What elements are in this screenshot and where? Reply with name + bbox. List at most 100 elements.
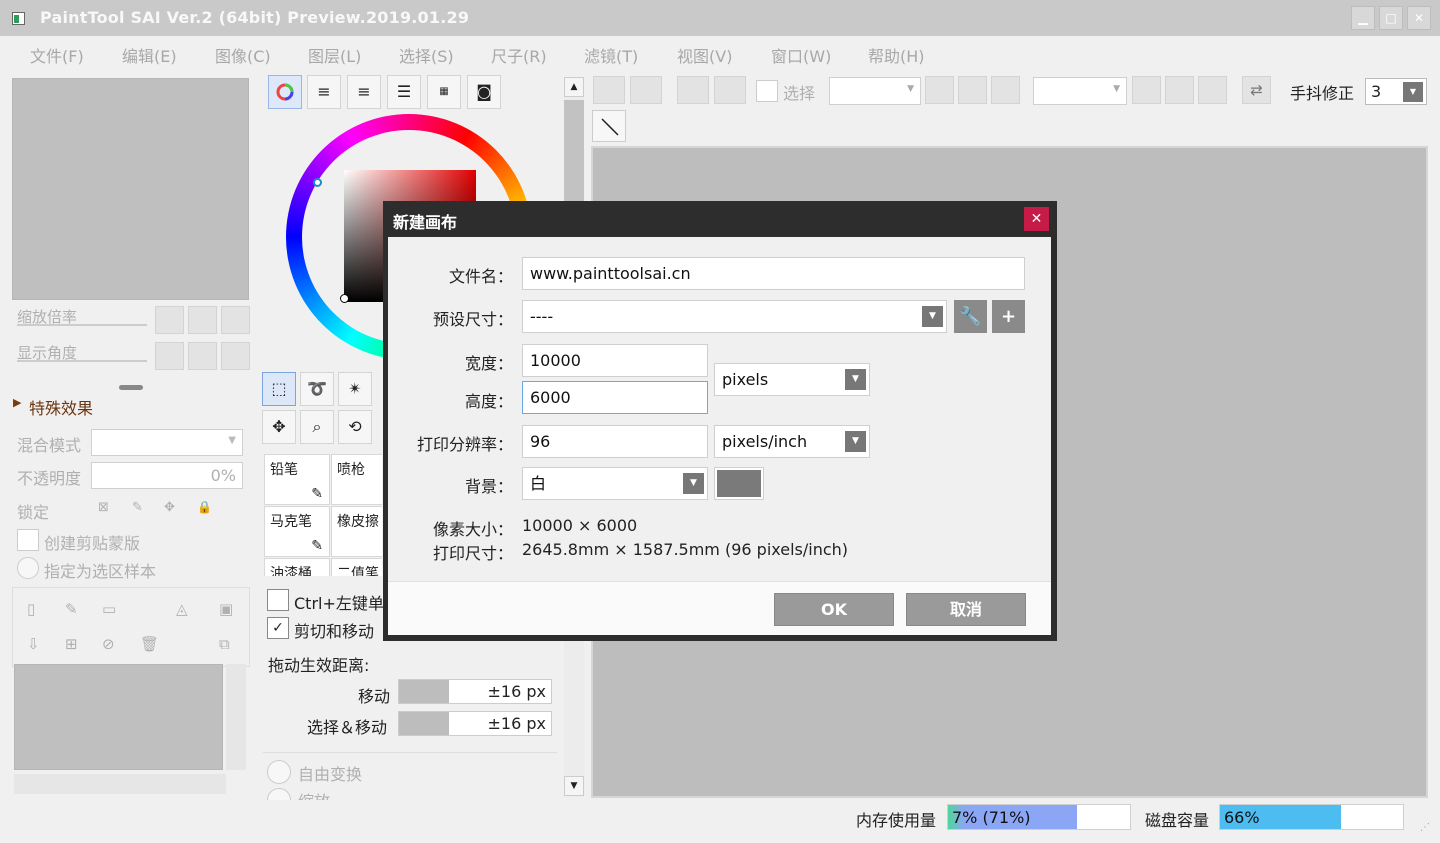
menu-window[interactable]: 窗口(W)	[771, 43, 831, 67]
rotate-right-button[interactable]	[188, 342, 217, 370]
zoom-tool[interactable]: ⌕	[300, 410, 334, 444]
new-layer-icon[interactable]: ▯	[27, 600, 35, 618]
lock-move-icon[interactable]: ✥	[164, 500, 175, 515]
zoom-reset-button[interactable]	[221, 306, 250, 334]
select-rect-tool[interactable]: ⬚	[262, 372, 296, 406]
dialog-close-button[interactable]: ✕	[1024, 207, 1049, 231]
rgb-slider-tab[interactable]: ≡	[307, 75, 341, 109]
toolbar-rotate-reset-button[interactable]	[1198, 76, 1227, 104]
free-transform-radio[interactable]	[267, 760, 291, 784]
layer-mask-icon[interactable]: ⧉	[219, 635, 230, 653]
rotate-reset-button[interactable]	[221, 342, 250, 370]
size-unit-select[interactable]: pixels ▼	[714, 363, 870, 396]
rotate-left-button[interactable]	[155, 342, 184, 370]
brush-binary[interactable]: 二值笔	[331, 558, 382, 576]
select-toggle-checkbox[interactable]	[756, 80, 778, 102]
new-pen-layer-icon[interactable]: ✎	[65, 600, 78, 618]
scratchpad-tab[interactable]: ◙	[467, 75, 501, 109]
undo-button[interactable]	[593, 76, 625, 104]
maximize-button[interactable]: □	[1379, 6, 1403, 30]
height-input[interactable]: 6000	[522, 381, 708, 414]
move-tool[interactable]: ✥	[262, 410, 296, 444]
toolbar-rotate-left-button[interactable]	[1132, 76, 1161, 104]
mixer-tab[interactable]: ☰	[387, 75, 421, 109]
ok-button[interactable]: OK	[774, 593, 894, 626]
resize-grip-icon[interactable]: ⋰	[1420, 822, 1430, 833]
merge-down-icon[interactable]: ⇩	[27, 635, 40, 653]
sv-cursor[interactable]	[340, 294, 349, 303]
menu-ruler[interactable]: 尺子(R)	[491, 43, 547, 67]
brush-eraser[interactable]: 橡皮擦	[331, 506, 382, 557]
move-distance-slider[interactable]: ±16 px	[398, 679, 552, 704]
panel-splitter[interactable]	[119, 385, 143, 390]
new-vector-icon[interactable]: ◬	[176, 600, 188, 618]
duplicate-icon[interactable]: ⊞	[65, 635, 78, 653]
brush-marker[interactable]: 马克笔 ✎	[264, 506, 330, 557]
deselect-button[interactable]	[677, 76, 709, 104]
menu-edit[interactable]: 编辑(E)	[122, 43, 177, 67]
close-window-button[interactable]: ✕	[1407, 6, 1431, 30]
angle-select[interactable]: ▼	[1033, 77, 1127, 105]
wrench-icon[interactable]: 🔧	[954, 300, 987, 333]
menu-image[interactable]: 图像(C)	[215, 43, 271, 67]
zoom-out-button[interactable]	[155, 306, 184, 334]
delete-layer-icon[interactable]: 🗑	[140, 635, 159, 653]
layer-list-hscrollbar[interactable]	[14, 774, 226, 794]
menu-help[interactable]: 帮助(H)	[868, 43, 925, 67]
cancel-button[interactable]: 取消	[906, 593, 1026, 626]
ruler-line-tool[interactable]	[592, 110, 626, 142]
clear-icon[interactable]: ⊘	[102, 635, 115, 653]
toolbar-zoom-in-button[interactable]	[958, 76, 987, 104]
brush-pencil[interactable]: 铅笔 ✎	[264, 454, 330, 505]
mask-icon[interactable]: ▣	[219, 600, 233, 618]
new-folder-icon[interactable]: ▭	[102, 600, 116, 618]
flip-horizontal-icon[interactable]: ⇄	[1242, 76, 1271, 104]
menu-filter[interactable]: 滤镜(T)	[584, 43, 638, 67]
toolbar-rotate-right-button[interactable]	[1165, 76, 1194, 104]
menu-file[interactable]: 文件(F)	[30, 43, 84, 67]
hue-cursor[interactable]	[313, 178, 322, 187]
effects-label[interactable]: 特殊效果	[29, 395, 93, 419]
toolbar-zoom-out-button[interactable]	[925, 76, 954, 104]
expand-triangle-icon[interactable]: ▶	[13, 396, 21, 409]
minimize-button[interactable]: ▁	[1351, 6, 1375, 30]
add-preset-button[interactable]: +	[992, 300, 1025, 333]
ctrl-click-checkbox[interactable]	[267, 589, 289, 611]
invert-selection-button[interactable]	[714, 76, 746, 104]
width-input[interactable]: 10000	[522, 344, 708, 377]
dpi-input[interactable]: 96	[522, 425, 708, 458]
redo-button[interactable]	[630, 76, 662, 104]
rotate-tool[interactable]: ⟲	[338, 410, 372, 444]
menu-layer[interactable]: 图层(L)	[308, 43, 361, 67]
sample-radio[interactable]	[17, 557, 39, 579]
hsv-slider-tab[interactable]: ≡	[347, 75, 381, 109]
preset-select[interactable]: ---- ▼	[522, 300, 947, 333]
magic-wand-tool[interactable]: ✴	[338, 372, 372, 406]
select-move-slider[interactable]: ±16 px	[398, 711, 552, 736]
lock-all-icon[interactable]: 🔒	[197, 500, 212, 514]
scroll-down-icon[interactable]: ▼	[564, 776, 584, 796]
opacity-slider[interactable]: 0%	[91, 462, 243, 489]
layer-list-scrollbar[interactable]	[226, 664, 246, 770]
layer-list[interactable]	[14, 664, 223, 770]
toolbar-zoom-reset-button[interactable]	[991, 76, 1020, 104]
color-wheel-tab[interactable]	[268, 75, 302, 109]
brush-bucket[interactable]: 油漆桶	[264, 558, 330, 576]
zoom-select[interactable]: ▼	[829, 77, 921, 105]
zoom-slider[interactable]	[17, 324, 147, 326]
navigator-preview[interactable]	[12, 78, 249, 300]
lock-transparency-icon[interactable]: ⊠	[98, 500, 109, 515]
lasso-tool[interactable]: ➰	[300, 372, 334, 406]
background-select[interactable]: 白 ▼	[522, 467, 708, 500]
filename-input[interactable]: www.painttoolsai.cn	[522, 257, 1025, 290]
blend-mode-select[interactable]: ▼	[91, 429, 243, 456]
angle-slider[interactable]	[17, 360, 147, 362]
background-color-swatch[interactable]	[714, 467, 764, 500]
dpi-unit-select[interactable]: pixels/inch ▼	[714, 425, 870, 458]
stabilizer-select[interactable]: 3 ▼	[1365, 78, 1427, 105]
swatches-tab[interactable]: ▦	[427, 75, 461, 109]
lock-paint-icon[interactable]: ✎	[132, 500, 143, 515]
cut-move-checkbox[interactable]: ✓	[267, 617, 289, 639]
menu-select[interactable]: 选择(S)	[399, 43, 454, 67]
brush-airbrush[interactable]: 喷枪	[331, 454, 382, 505]
